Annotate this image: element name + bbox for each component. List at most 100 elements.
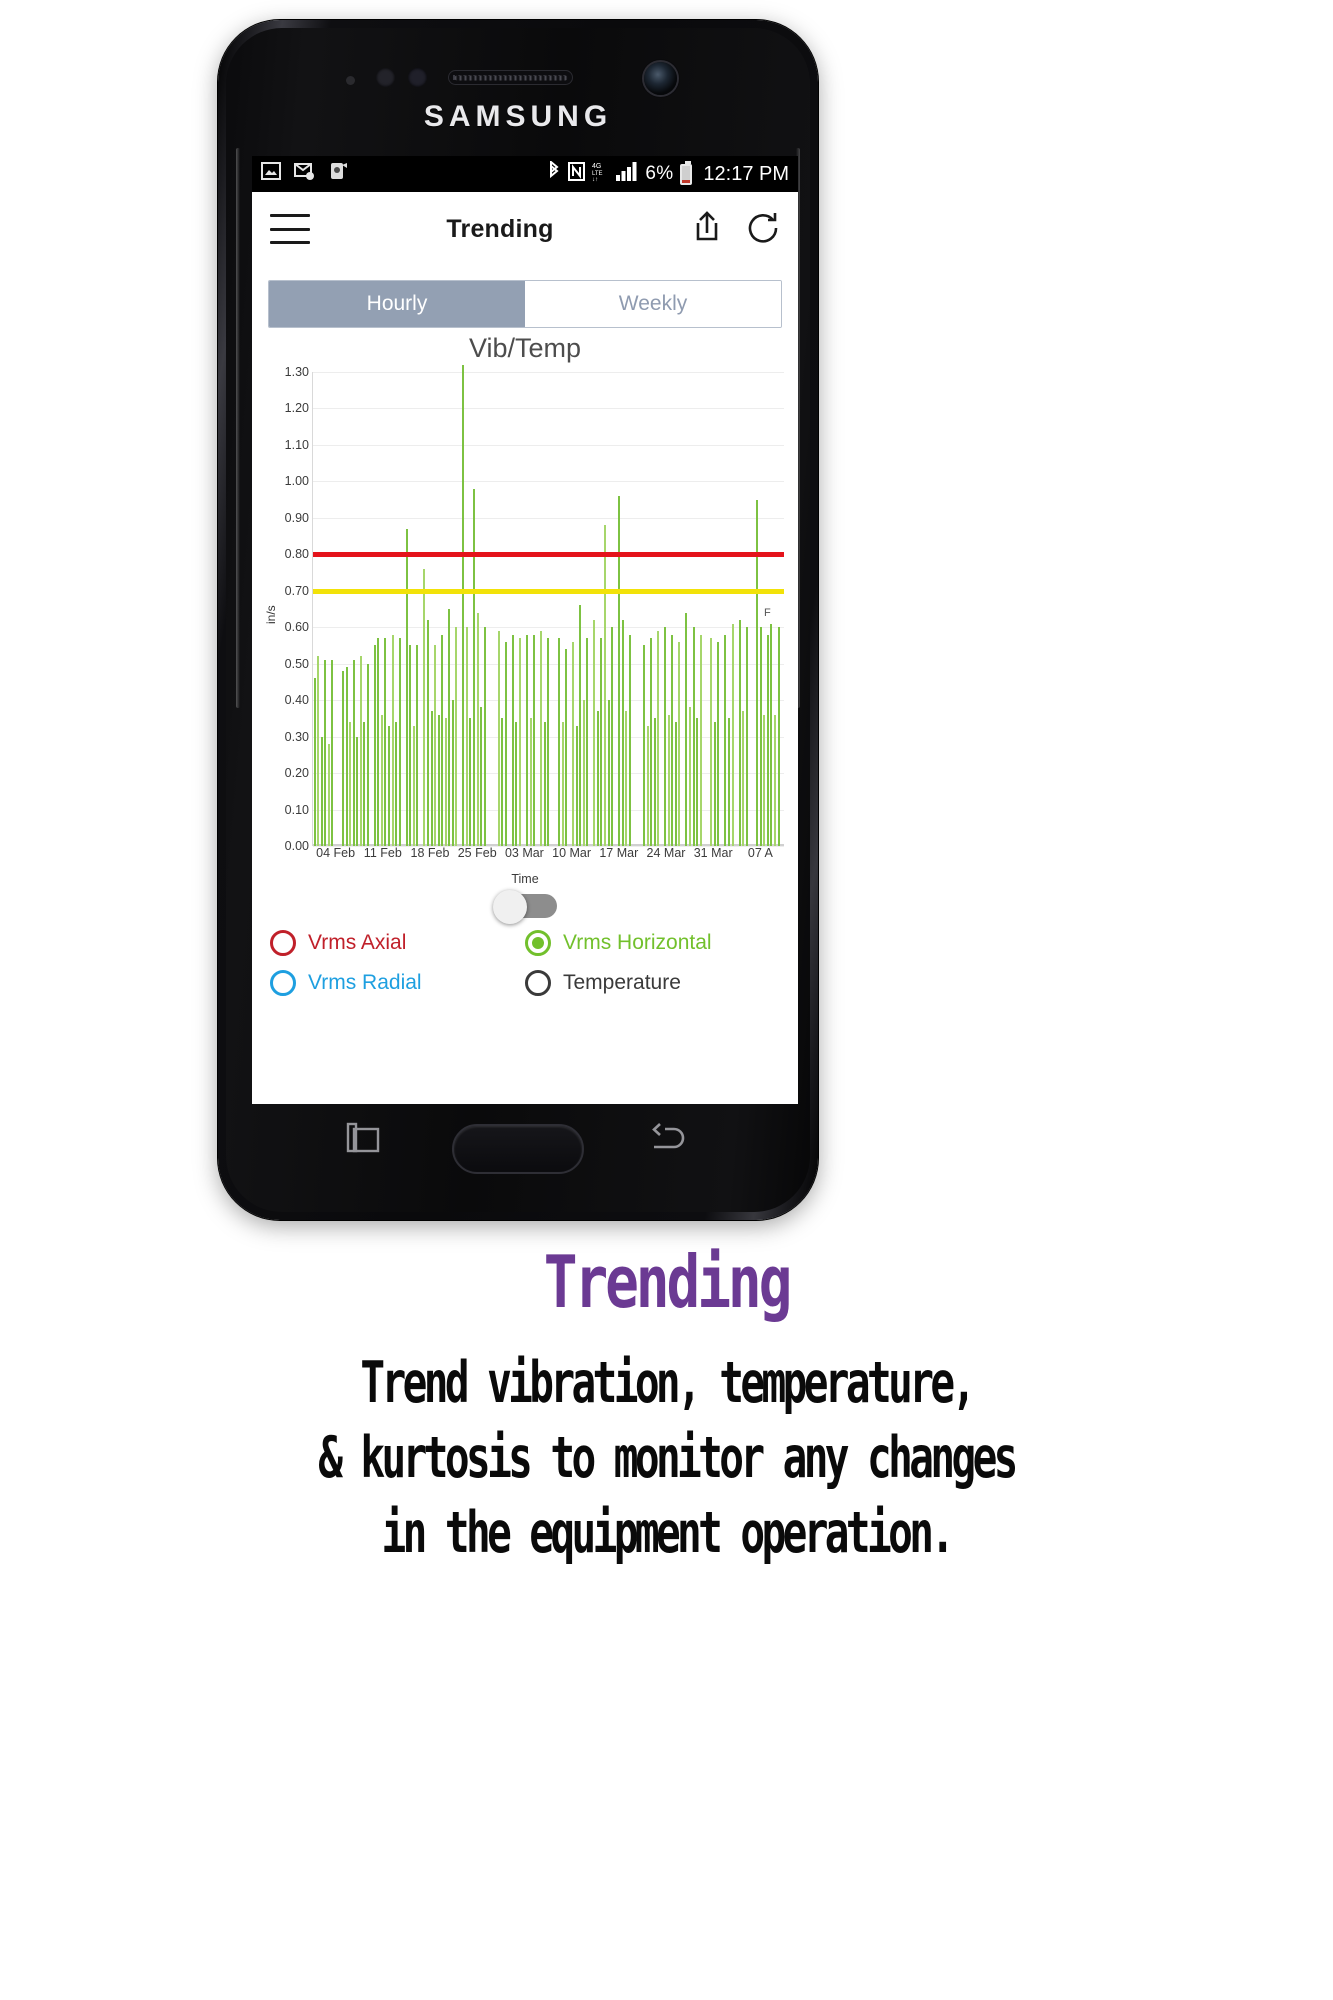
chart-bar <box>678 641 681 846</box>
back-icon[interactable] <box>648 1121 692 1164</box>
clock-label: 12:17 PM <box>703 162 789 185</box>
chart-bar <box>465 627 468 846</box>
chart-bar <box>543 722 546 846</box>
chart-bar <box>395 722 398 846</box>
chart-bar <box>317 656 320 846</box>
chart-bar <box>713 722 716 846</box>
chart-bar <box>731 623 734 846</box>
4g-lte-icon: 4G LTE ↓↑ <box>592 161 609 188</box>
chart-bar <box>621 619 624 846</box>
app-icon <box>329 161 349 187</box>
tab-hourly[interactable]: Hourly <box>269 281 525 327</box>
svg-text:4G: 4G <box>592 163 601 170</box>
chart-bar <box>405 528 408 846</box>
home-button[interactable] <box>452 1124 584 1174</box>
chart-bar <box>738 619 741 846</box>
legend-item-vrms-radial[interactable]: Vrms Radial <box>270 970 525 996</box>
chart-bar <box>352 660 355 846</box>
trend-chart[interactable]: in/s 0.00 0.10 0.20 0.30 0.40 0.50 0.60 0.70 0.8… <box>264 364 786 886</box>
chart-bar <box>469 718 472 846</box>
grid-line <box>313 627 784 629</box>
radio-vrms-radial[interactable] <box>270 970 296 996</box>
caption-block: Trending Trend vibration, temperature, &… <box>0 1240 1333 1572</box>
phone-body: SAMSUNG 4G LTE ↓↑ 6% 12:17 PM Trending H… <box>226 28 810 1212</box>
chart-bar <box>717 641 720 846</box>
chart-bar <box>519 638 522 846</box>
x-axis-tick: 17 Mar <box>599 846 639 860</box>
recent-apps-icon[interactable] <box>344 1121 388 1164</box>
email-icon <box>294 162 316 186</box>
chart-bar <box>628 634 631 846</box>
chart-bar <box>504 641 507 846</box>
chart-bar <box>653 718 656 846</box>
chart-bar <box>384 638 387 846</box>
chart-plot-area[interactable]: 0.00 0.10 0.20 0.30 0.40 0.50 0.60 0.70 0.80 0.90… <box>285 364 784 853</box>
chart-bar <box>657 630 660 846</box>
chart-bar <box>674 722 677 846</box>
x-axis-tick: 18 Feb <box>410 846 450 860</box>
toggle-knob[interactable] <box>493 890 527 924</box>
hamburger-menu-icon[interactable] <box>270 214 310 244</box>
chart-bar <box>377 638 380 846</box>
radio-vrms-horizontal[interactable] <box>525 930 551 956</box>
battery-icon <box>680 160 693 185</box>
chart-bar <box>356 736 359 846</box>
radio-temperature[interactable] <box>525 970 551 996</box>
chart-bar <box>497 630 500 846</box>
chart-bar <box>359 656 362 846</box>
y-axis-tick: 0.00 <box>284 839 309 853</box>
tab-weekly[interactable]: Weekly <box>525 281 781 327</box>
chart-bar <box>770 623 773 846</box>
chart-view-toggle[interactable] <box>493 890 557 924</box>
chart-bar <box>423 568 426 846</box>
share-icon[interactable] <box>690 209 724 250</box>
radio-vrms-axial[interactable] <box>270 930 296 956</box>
grid-line <box>313 444 784 446</box>
caption-line-3: in the equipment operation. <box>381 1500 956 1567</box>
nfc-icon <box>568 161 586 187</box>
chart-bar <box>444 718 447 846</box>
chart-bar <box>561 722 564 846</box>
chart-bar <box>618 495 621 846</box>
grid-line <box>313 517 784 519</box>
legend-item-vrms-axial[interactable]: Vrms Axial <box>270 930 525 956</box>
chart-bar <box>582 700 585 846</box>
chart-bar <box>434 645 437 846</box>
chart-bar <box>565 649 568 846</box>
chart-bar <box>388 725 390 846</box>
refresh-icon[interactable] <box>744 209 780 250</box>
chart-bar <box>373 645 376 846</box>
chart-bar <box>607 700 610 846</box>
legend-label-vrms-radial: Vrms Radial <box>308 971 422 994</box>
chart-bar <box>448 609 451 846</box>
threshold-line-warning <box>313 588 784 594</box>
earpiece-speaker <box>448 70 573 85</box>
x-axis-tick: 25 Feb <box>457 846 497 860</box>
y-axis-tick: 0.40 <box>284 693 309 708</box>
chart-bar <box>341 671 344 846</box>
chart-bar <box>529 718 532 846</box>
y-axis-label: in/s <box>264 605 278 624</box>
chart-bar <box>426 619 429 846</box>
chart-bar <box>710 638 713 846</box>
chart-bar <box>642 645 645 846</box>
caption-line-1: Trend vibration, temperature, <box>360 1350 976 1416</box>
chart-bar <box>689 707 692 846</box>
legend-item-vrms-horizontal[interactable]: Vrms Horizontal <box>525 930 780 956</box>
chart-bar <box>320 736 323 846</box>
x-axis-tick: 04 Feb <box>316 846 356 860</box>
chart-bar <box>533 634 536 846</box>
chart-bar <box>412 725 415 846</box>
chart-bar <box>664 627 667 846</box>
chart-bar <box>472 488 475 846</box>
image-icon <box>261 162 281 186</box>
caption-title: Trending <box>543 1240 793 1324</box>
x-axis-tick: 07 A <box>747 846 773 860</box>
legend-item-temperature[interactable]: Temperature <box>525 970 780 996</box>
chart-bar <box>685 612 688 846</box>
legend-label-vrms-horizontal: Vrms Horizontal <box>563 931 712 954</box>
chart-bar <box>611 627 614 846</box>
page-title: Trending <box>446 214 554 243</box>
chart-bar <box>724 634 727 846</box>
chart-bar <box>398 638 401 846</box>
